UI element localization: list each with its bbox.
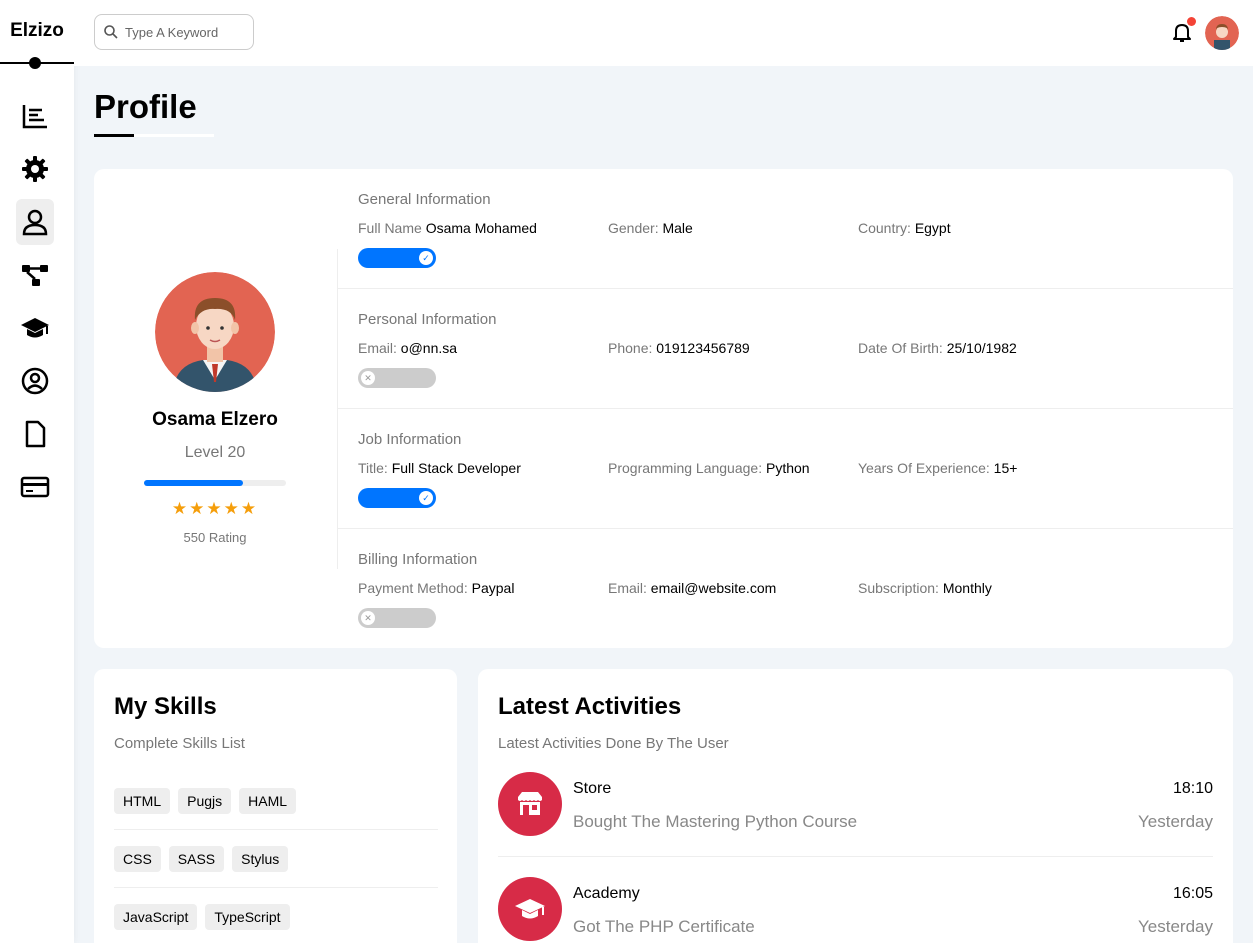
plans-icon — [20, 476, 50, 498]
field-phone: Phone: 019123456789 — [608, 340, 750, 356]
field-title: Title: Full Stack Developer — [358, 460, 521, 476]
skills-subtitle: Complete Skills List — [114, 735, 245, 752]
check-icon: ✓ — [419, 491, 433, 505]
field-years-of-experience: Years Of Experience: 15+ — [858, 460, 1018, 476]
search-box[interactable] — [94, 14, 254, 50]
field-payment-method: Payment Method: Paypal — [358, 580, 515, 596]
activities-title: Latest Activities — [498, 693, 682, 720]
sidebar-item-profile[interactable] — [16, 199, 54, 245]
activity-time: 18:10 — [1172, 780, 1213, 797]
profile-summary-content: Osama Elzero Level 20 ★★★★★ 550 Rating — [94, 169, 338, 648]
sidebar-item-dashboard[interactable] — [16, 93, 54, 139]
skill-tag: Stylus — [232, 845, 289, 872]
projects-icon — [22, 265, 48, 286]
activity-day: Yesterday — [1138, 812, 1213, 831]
profile-name: Osama Elzero — [152, 409, 278, 430]
section-job: Job Information Title: Full Stack Develo… — [338, 409, 1233, 529]
activity-description: Got The PHP Certificate — [573, 917, 755, 936]
sidebar-nav — [16, 93, 62, 517]
rating-stars: ★★★★★ — [171, 499, 259, 518]
activities-card: Latest Activities Latest Activities Done… — [478, 669, 1233, 943]
section-title: Job Information — [358, 431, 462, 448]
profile-avatar — [155, 272, 275, 392]
toggle-job[interactable]: ✓ — [358, 488, 436, 508]
header — [74, 0, 1253, 66]
avatar[interactable] — [1205, 16, 1239, 50]
section-billing: Billing Information Payment Method: Payp… — [338, 529, 1233, 649]
section-title: Personal Information — [358, 311, 497, 328]
skill-tag: JavaScript — [114, 903, 198, 930]
activity-time: 16:05 — [1172, 885, 1213, 902]
dashboard-icon — [22, 105, 47, 129]
graduation-cap-icon — [498, 877, 562, 941]
activity-name: Academy — [573, 885, 640, 902]
profile-level: Level 20 — [184, 444, 246, 461]
skill-row: HTML Pugjs HAML — [114, 772, 438, 830]
logo-dot — [29, 57, 41, 69]
toggle-billing[interactable]: ✕ — [358, 608, 436, 628]
sidebar-item-settings[interactable] — [16, 146, 54, 192]
page-title: Profile — [94, 88, 197, 125]
search-icon — [104, 25, 118, 39]
field-programming-language: Programming Language: Python — [608, 460, 810, 476]
profile-icon — [22, 209, 48, 236]
skill-tag: HAML — [239, 787, 297, 814]
field-billing-email: Email: email@website.com — [608, 580, 777, 596]
field-gender: Gender: Male — [608, 220, 693, 236]
skill-tag: CSS — [114, 845, 161, 872]
skill-tag: TypeScript — [205, 903, 290, 930]
activities-subtitle: Latest Activities Done By The User — [498, 735, 729, 752]
settings-icon — [22, 156, 48, 182]
field-email: Email: o@nn.sa — [358, 340, 458, 356]
courses-icon — [21, 318, 49, 338]
section-title: Billing Information — [358, 551, 478, 568]
skills-card: My Skills Complete Skills List HTML Pugj… — [94, 669, 457, 943]
activity-name: Store — [573, 780, 612, 797]
field-date-of-birth: Date Of Birth: 25/10/1982 — [858, 340, 1017, 356]
toggle-personal[interactable]: ✕ — [358, 368, 436, 388]
skill-row: JavaScript TypeScript — [114, 888, 438, 943]
sidebar-item-friends[interactable] — [16, 358, 54, 404]
skill-row: CSS SASS Stylus — [114, 830, 438, 888]
logo: Elzizo — [10, 20, 64, 41]
sidebar: Elzizo — [0, 0, 74, 943]
search-input[interactable] — [125, 24, 245, 40]
check-icon: ✓ — [419, 251, 433, 265]
skill-tag: SASS — [168, 845, 225, 872]
friends-icon — [21, 367, 49, 395]
store-icon — [498, 772, 562, 836]
sidebar-item-files[interactable] — [16, 411, 54, 457]
level-progress-bar — [144, 480, 286, 486]
field-full-name: Full Name Osama Mohamed — [358, 220, 537, 236]
activity-day: Yesterday — [1138, 917, 1213, 936]
activity-item: Store Bought The Mastering Python Course… — [498, 772, 1213, 857]
toggle-general[interactable]: ✓ — [358, 248, 436, 268]
x-icon: ✕ — [361, 611, 375, 625]
sidebar-item-plans[interactable] — [16, 464, 54, 510]
sidebar-item-projects[interactable] — [16, 252, 54, 298]
activity-description: Bought The Mastering Python Course — [573, 812, 858, 831]
sidebar-item-courses[interactable] — [16, 305, 54, 351]
skills-title: My Skills — [114, 693, 217, 720]
activity-item: Academy Got The PHP Certificate 16:05 Ye… — [498, 877, 1213, 943]
notification-dot — [1187, 17, 1196, 26]
field-country: Country: Egypt — [858, 220, 951, 236]
section-general: General Information Full Name Osama Moha… — [338, 169, 1233, 289]
skill-tag: HTML — [114, 787, 171, 814]
field-subscription: Subscription: Monthly — [858, 580, 992, 596]
info-sections: General Information Full Name Osama Moha… — [338, 169, 1233, 649]
title-underline — [94, 134, 134, 137]
level-progress-fill — [144, 480, 244, 486]
section-title: General Information — [358, 191, 491, 208]
skill-tag: Pugjs — [178, 787, 232, 814]
x-icon: ✕ — [361, 371, 375, 385]
section-personal: Personal Information Email: o@nn.sa Phon… — [338, 289, 1233, 409]
profile-card: Osama Elzero Level 20 ★★★★★ 550 Rating G… — [94, 169, 1233, 648]
rating-count: 550 Rating — [183, 530, 247, 545]
files-icon — [25, 420, 46, 448]
